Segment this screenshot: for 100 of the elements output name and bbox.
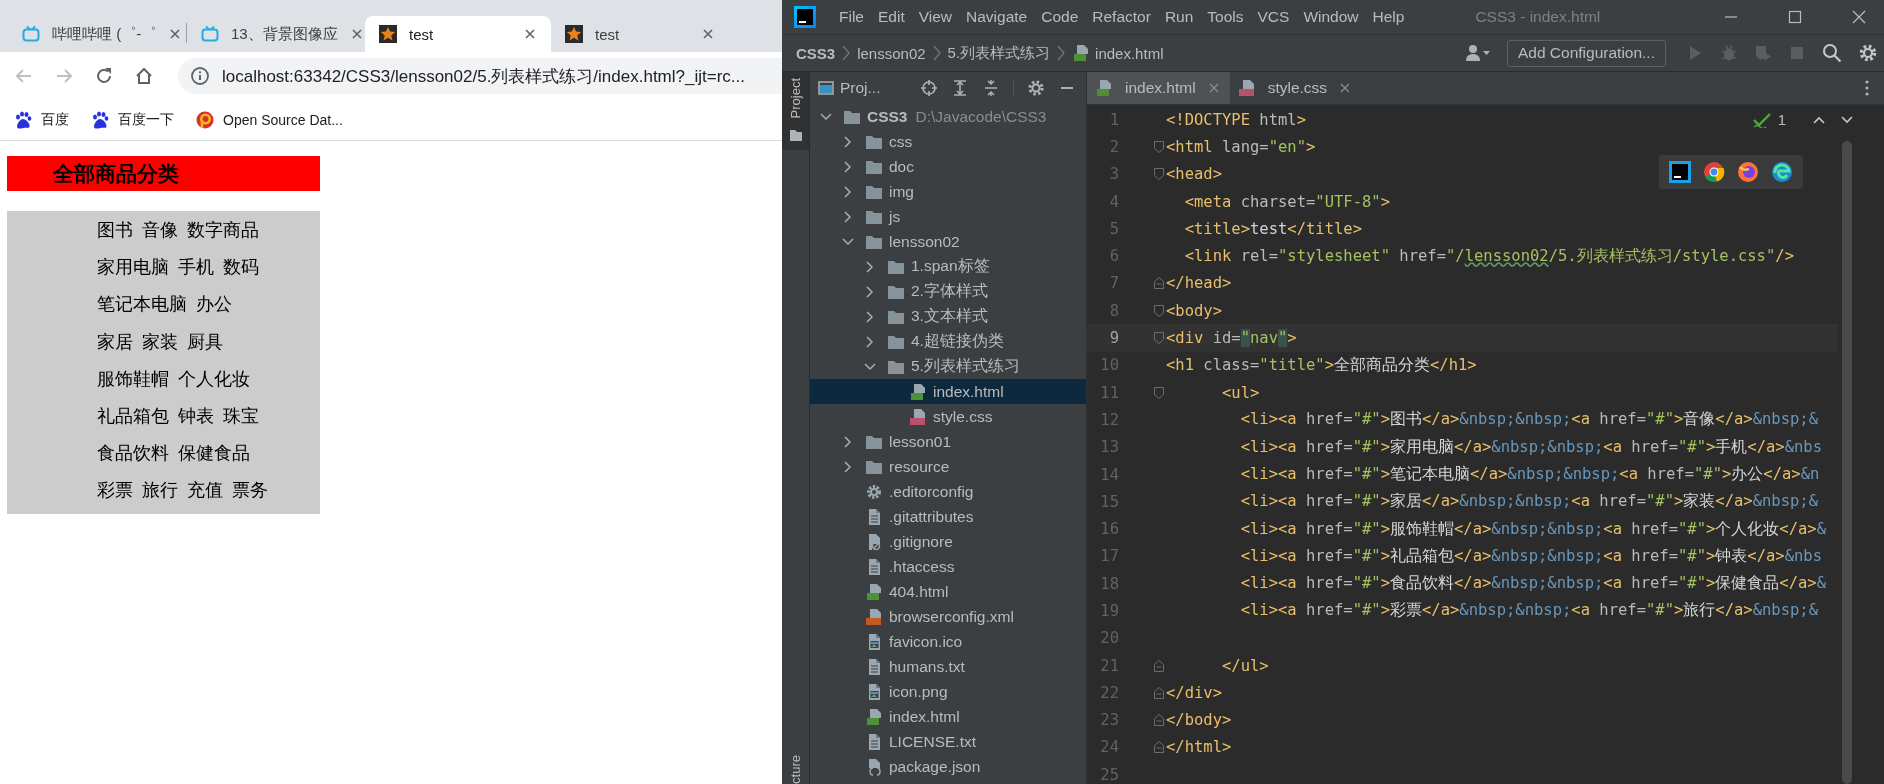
bookmark[interactable]: Open Source Dat... xyxy=(196,111,343,129)
user-icon[interactable] xyxy=(1465,44,1491,62)
menu-item[interactable]: View xyxy=(911,8,960,26)
tree-item[interactable]: style.css xyxy=(810,404,1086,429)
close-icon[interactable] xyxy=(1852,10,1866,24)
tree-item[interactable]: lesson01 xyxy=(810,429,1086,454)
fox-icon[interactable] xyxy=(1737,161,1759,183)
menu-item[interactable]: File xyxy=(832,8,871,26)
tree-item[interactable]: resource xyxy=(810,454,1086,479)
breadcrumb[interactable]: 5.列表样式练习 xyxy=(947,43,1051,63)
category-link[interactable]: 数字商品 xyxy=(187,213,259,251)
category-link[interactable]: 钟表 xyxy=(178,398,214,437)
editor-tab[interactable]: style.css xyxy=(1229,72,1362,104)
menu-item[interactable]: Code xyxy=(1034,8,1086,26)
category-link[interactable]: 个人化妆 xyxy=(178,361,250,399)
browser-tab[interactable]: 哔哩哔哩 (゜-゜ xyxy=(8,16,186,52)
run-configuration-button[interactable]: Add Configuration... xyxy=(1507,39,1666,67)
tree-item[interactable]: CSS3 D:\Javacode\CSS3 xyxy=(810,104,1086,129)
fold-icon[interactable] xyxy=(1153,167,1165,182)
close-icon[interactable] xyxy=(349,27,364,41)
unfold-icon[interactable] xyxy=(1153,658,1165,673)
menu-item[interactable]: VCS xyxy=(1250,8,1297,26)
menu-item[interactable]: Help xyxy=(1365,8,1412,26)
close-icon[interactable] xyxy=(701,27,715,41)
breadcrumb[interactable]: lensson02 xyxy=(857,44,926,62)
tree-item[interactable]: 404.html xyxy=(810,579,1086,604)
expand-all-icon[interactable] xyxy=(951,79,969,97)
category-link[interactable]: 服饰鞋帽 xyxy=(97,361,169,399)
unfold-icon[interactable] xyxy=(1153,713,1165,728)
browser-tab[interactable]: test xyxy=(551,16,729,52)
breadcrumb[interactable]: index.html xyxy=(1072,44,1164,62)
menu-item[interactable]: Tools xyxy=(1200,8,1251,26)
wave-icon[interactable] xyxy=(1771,161,1793,183)
category-link[interactable]: 彩票 xyxy=(97,473,133,511)
collapse-all-icon[interactable] xyxy=(982,79,1000,97)
tree-item[interactable]: css xyxy=(810,129,1086,154)
unfold-icon[interactable] xyxy=(1153,685,1165,700)
tree-item[interactable]: icon.png xyxy=(810,679,1086,704)
unfold-icon[interactable] xyxy=(1153,276,1165,291)
crosshair-icon[interactable] xyxy=(920,79,938,97)
editor-tab[interactable]: index.html xyxy=(1087,72,1230,104)
tree-item[interactable]: 3.文本样式 xyxy=(810,304,1086,329)
fold-icon[interactable] xyxy=(1153,303,1165,318)
close-icon[interactable] xyxy=(523,27,537,41)
reload-icon[interactable] xyxy=(94,66,114,86)
app-logo-icon[interactable] xyxy=(1669,161,1691,183)
tree-item[interactable]: .gitignore xyxy=(810,529,1086,554)
scrollbar[interactable] xyxy=(1842,141,1852,784)
tree-item[interactable]: 4.超链接伪类 xyxy=(810,329,1086,354)
category-link[interactable]: 保健食品 xyxy=(178,436,250,474)
menu-item[interactable]: Navigate xyxy=(959,8,1035,26)
panel-title[interactable]: Proj... xyxy=(818,79,920,97)
home-icon[interactable] xyxy=(134,66,154,86)
category-link[interactable]: 家居 xyxy=(97,324,133,362)
category-link[interactable]: 图书 xyxy=(97,213,133,251)
tree-item[interactable]: js xyxy=(810,204,1086,229)
fold-icon[interactable] xyxy=(1153,385,1165,400)
tree-item[interactable]: 2.字体样式 xyxy=(810,279,1086,304)
category-link[interactable]: 旅行 xyxy=(142,473,178,511)
tree-item[interactable]: favicon.ico xyxy=(810,629,1086,654)
category-link[interactable]: 手机 xyxy=(178,250,214,288)
tree-item[interactable]: humans.txt xyxy=(810,654,1086,679)
settings-icon[interactable] xyxy=(1027,79,1045,97)
browser-tab[interactable]: test xyxy=(365,16,551,52)
close-icon[interactable] xyxy=(1339,82,1352,94)
breadcrumb[interactable]: CSS3 xyxy=(796,44,836,62)
category-link[interactable]: 充值 xyxy=(187,473,223,511)
tool-window-tab[interactable]: cture xyxy=(782,751,809,784)
check-icon[interactable] xyxy=(1751,111,1772,128)
menu-item[interactable]: Window xyxy=(1296,8,1366,26)
tree-item[interactable]: 1.span标签 xyxy=(810,254,1086,279)
category-link[interactable]: 珠宝 xyxy=(223,398,259,437)
tree-item[interactable]: doc xyxy=(810,154,1086,179)
tree-item[interactable]: browserconfig.xml xyxy=(810,604,1086,629)
tree-item[interactable]: 5.列表样式练习 xyxy=(810,354,1086,379)
category-link[interactable]: 家装 xyxy=(142,324,178,362)
category-link[interactable]: 厨具 xyxy=(187,324,223,362)
category-link[interactable]: 笔记本电脑 xyxy=(97,287,187,325)
category-link[interactable]: 数码 xyxy=(223,250,259,288)
fold-icon[interactable] xyxy=(1153,331,1165,345)
close-icon[interactable] xyxy=(168,27,183,41)
category-link[interactable]: 礼品箱包 xyxy=(97,398,169,437)
fold-icon[interactable] xyxy=(1153,139,1165,154)
browser-tab[interactable]: 13、背景图像应 xyxy=(187,16,365,52)
bookmark[interactable]: 百度一下 xyxy=(91,111,174,129)
tree-item[interactable]: LICENSE.txt xyxy=(810,729,1086,754)
bookmark[interactable]: 百度 xyxy=(14,111,69,129)
tree-item[interactable]: .editorconfig xyxy=(810,479,1086,504)
info-icon[interactable] xyxy=(190,66,210,86)
menu-item[interactable]: Refactor xyxy=(1085,8,1158,26)
category-link[interactable]: 音像 xyxy=(142,213,178,251)
search-icon[interactable] xyxy=(1822,43,1842,63)
category-link[interactable]: 票务 xyxy=(232,473,268,511)
settings-icon[interactable] xyxy=(1858,43,1878,63)
tree-item[interactable]: package.json xyxy=(810,754,1086,779)
menu-item[interactable]: Edit xyxy=(871,8,912,26)
category-link[interactable]: 办公 xyxy=(196,287,232,325)
unfold-icon[interactable] xyxy=(1153,740,1165,755)
menu-item[interactable]: Run xyxy=(1157,8,1201,26)
address-bar[interactable]: localhost:63342/CSS3/lensson02/5.列表样式练习/index.html?_ijt=rc... xyxy=(178,58,782,94)
